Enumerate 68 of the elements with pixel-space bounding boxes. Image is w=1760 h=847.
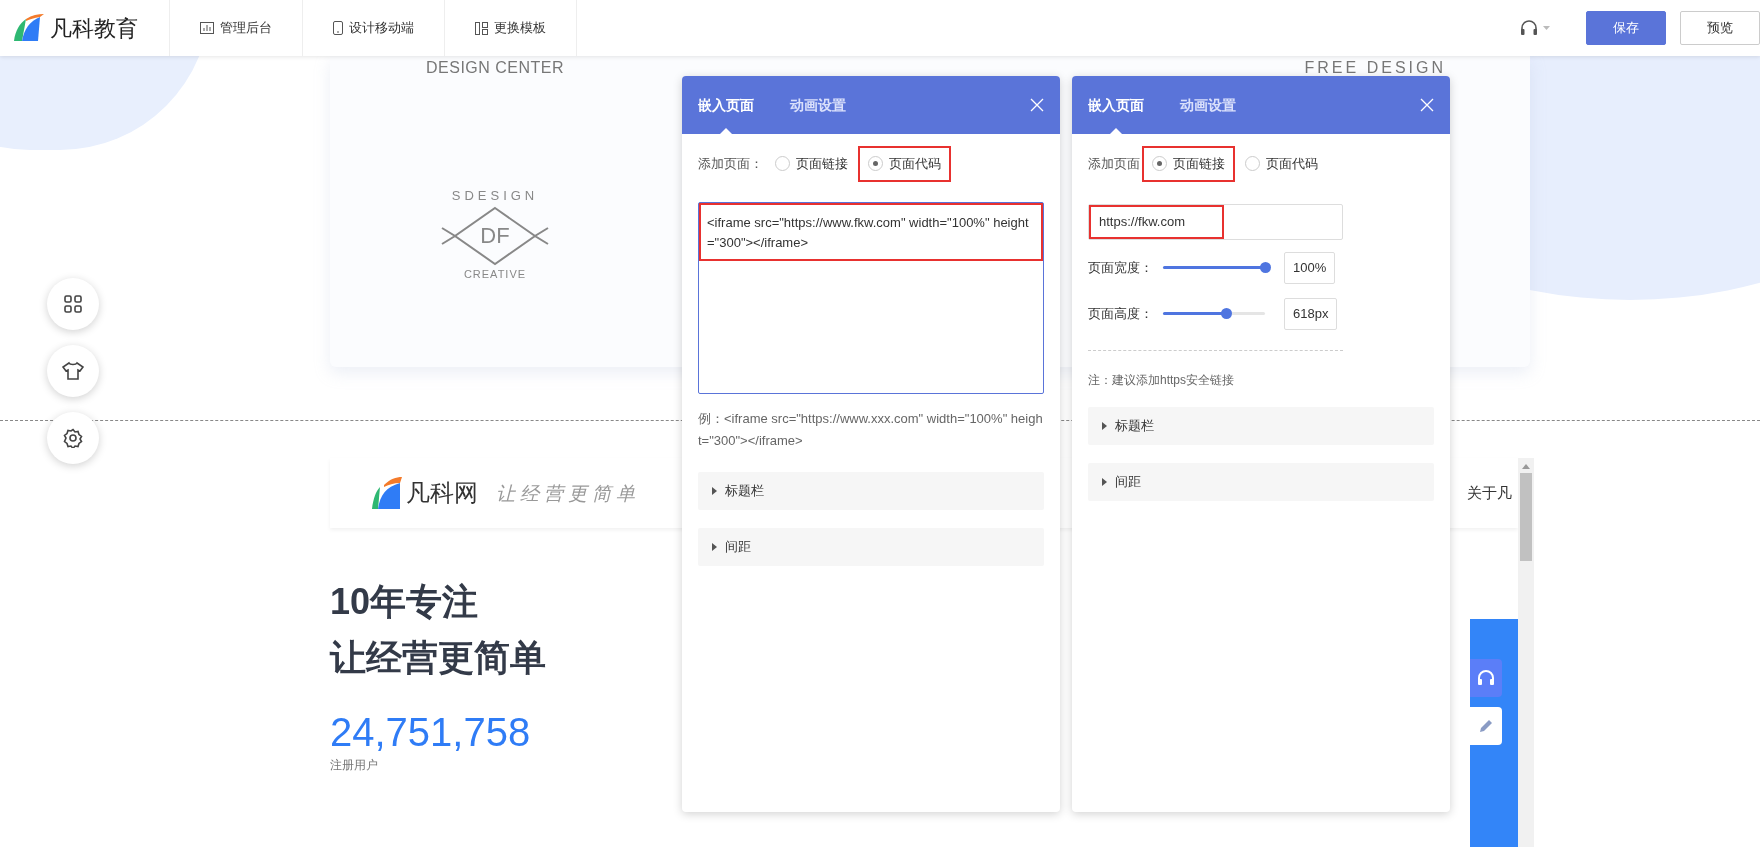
site-logo-text: 凡科网 xyxy=(406,478,478,508)
logo-icon xyxy=(370,475,404,511)
layout-icon xyxy=(475,21,488,35)
brand-label: DESIGN CENTER xyxy=(426,58,565,78)
support-button[interactable] xyxy=(1470,659,1502,697)
brand-label: FREE DESIGN xyxy=(1304,58,1446,78)
stat-number: 24,751,758 xyxy=(330,709,531,756)
field-label: 添加页面： xyxy=(698,155,763,173)
slogan: 让经营更简单 xyxy=(496,480,640,506)
radio-label[interactable]: 页面链接 xyxy=(1173,154,1225,174)
scroll-up-icon[interactable] xyxy=(1522,464,1530,469)
radio-button[interactable] xyxy=(775,156,790,172)
phone-icon xyxy=(333,21,343,35)
caret-icon xyxy=(712,542,717,551)
hero-heading: 10年专注 xyxy=(330,580,479,624)
radio-label[interactable]: 页面链接 xyxy=(796,154,848,174)
radio-button[interactable] xyxy=(868,156,883,172)
collapsible-section[interactable]: 间距 xyxy=(698,527,1044,566)
close-icon[interactable] xyxy=(1030,98,1044,112)
scrollbar[interactable] xyxy=(1518,458,1534,847)
url-input[interactable]: https://fkw.com xyxy=(1088,203,1343,240)
panel-tab[interactable]: 嵌入页面 xyxy=(698,76,754,134)
pencil-icon xyxy=(1478,718,1494,734)
caret-icon xyxy=(1102,477,1107,486)
collapsible-section[interactable]: 标题栏 xyxy=(1088,406,1434,445)
shirt-icon xyxy=(62,361,84,381)
caret-icon xyxy=(712,486,717,495)
slider-thumb[interactable] xyxy=(1221,308,1233,319)
close-icon[interactable] xyxy=(1420,98,1434,112)
slider-thumb[interactable] xyxy=(1260,262,1271,273)
headset-icon[interactable] xyxy=(1519,18,1539,38)
section-title: 标题栏 xyxy=(1115,416,1154,435)
side-tool-button[interactable] xyxy=(47,412,99,464)
caret-icon xyxy=(1102,421,1107,430)
radio-label[interactable]: 页面代码 xyxy=(1266,154,1318,174)
slider-label: 页面宽度： xyxy=(1088,258,1154,277)
section-title: 间距 xyxy=(1115,472,1141,491)
section-title: 间距 xyxy=(725,537,751,556)
radio-button[interactable] xyxy=(1245,156,1260,172)
nav-link[interactable]: 关于凡 xyxy=(1467,481,1512,505)
headset-icon xyxy=(1476,668,1496,688)
radio-button[interactable] xyxy=(1152,156,1167,172)
section-title: 标题栏 xyxy=(725,481,764,500)
sdesign-logo-drawing: SDESIGN DF CREATIVE xyxy=(434,186,556,282)
radio-label[interactable]: 页面代码 xyxy=(889,154,941,174)
grid-icon xyxy=(63,294,83,314)
panel-tab[interactable]: 嵌入页面 xyxy=(1088,76,1144,134)
chart-icon xyxy=(200,22,214,34)
collapsible-section[interactable]: 间距 xyxy=(1088,462,1434,501)
value-input[interactable]: 618px xyxy=(1284,297,1338,330)
collapsible-section[interactable]: 标题栏 xyxy=(698,471,1044,510)
toolbar-button[interactable]: 预览 xyxy=(1680,11,1760,45)
note-text: 注：建议添加https安全链接 xyxy=(1088,371,1235,389)
settings-icon xyxy=(63,428,83,448)
scrollbar-thumb[interactable] xyxy=(1520,473,1532,561)
example-text: 例：<iframe src="https://www.xxx.com" width="100%" height="300"></iframe> xyxy=(698,409,1044,450)
toolbar-button[interactable]: 保存 xyxy=(1586,11,1666,45)
nav-item[interactable]: 管理后台 xyxy=(170,0,303,56)
side-tool-button[interactable] xyxy=(47,345,99,397)
slider-label: 页面高度： xyxy=(1088,304,1154,323)
field-label: 添加页面 xyxy=(1088,155,1140,173)
edit-button[interactable] xyxy=(1470,707,1502,745)
stat-label: 注册用户 xyxy=(330,757,378,774)
code-textarea[interactable]: <iframe src="https://www.fkw.com" width="100%" height="300"></iframe> xyxy=(698,201,1044,394)
logo-text: 凡科教育 xyxy=(50,14,138,43)
hero-heading: 让经营更简单 xyxy=(330,636,546,680)
value-input[interactable]: 100% xyxy=(1284,251,1336,284)
side-tool-button[interactable] xyxy=(47,278,99,330)
